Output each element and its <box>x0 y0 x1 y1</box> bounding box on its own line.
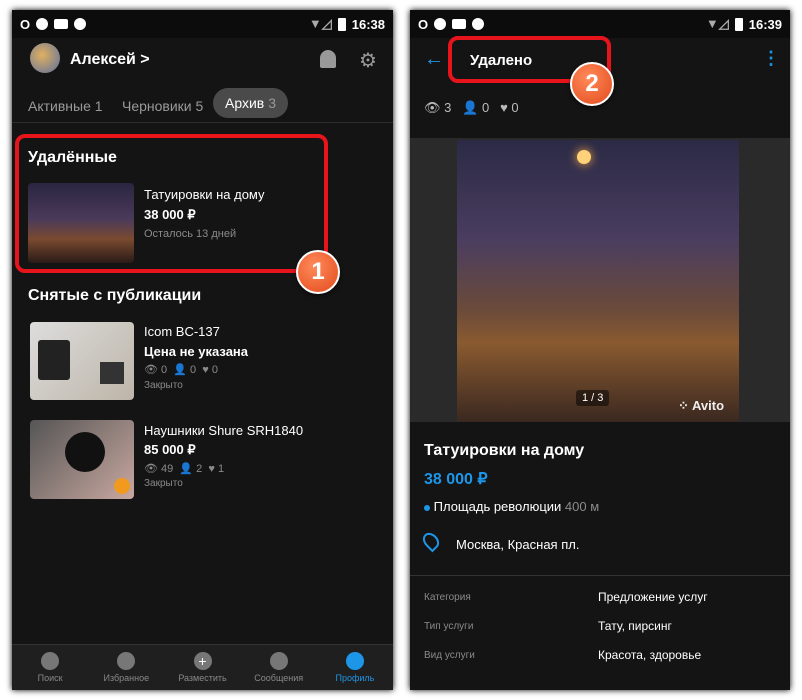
wifi-icon: ▼◿ <box>705 16 729 31</box>
profile-icon <box>345 652 364 670</box>
youtube-icon <box>452 19 467 29</box>
search-icon <box>41 652 60 670</box>
back-arrow-icon[interactable]: ← <box>424 48 444 71</box>
listing-stats: 👁 3 👤 0 ♥ 0 <box>424 100 519 115</box>
status-bar: O ▼◿ 16:39 <box>410 10 790 38</box>
listing-status: Закрыто <box>144 478 183 489</box>
clock: 16:39 <box>748 16 782 32</box>
listing-photo <box>457 140 739 422</box>
divider <box>410 575 790 576</box>
listing-thumbnail <box>30 322 134 400</box>
chevron-right-icon: > <box>140 51 150 68</box>
avatar[interactable] <box>30 43 60 73</box>
app-icon <box>434 18 447 30</box>
listing-price: Цена не указана <box>144 344 248 359</box>
shazam-icon <box>74 18 87 30</box>
shazam-icon <box>472 18 485 30</box>
nav-search[interactable]: Поиск <box>12 645 88 690</box>
battery-icon <box>734 17 743 31</box>
nav-favorites[interactable]: Избранное <box>88 645 164 690</box>
listing-price: 38 000 ₽ <box>424 471 488 488</box>
opera-icon: O <box>20 16 31 32</box>
highlight-deleted <box>15 134 328 273</box>
bell-icon[interactable] <box>320 50 336 68</box>
wifi-icon: ▼◿ <box>308 16 332 31</box>
user-name: Алексей <box>70 51 136 68</box>
location-pin-icon <box>419 529 443 553</box>
param-value: Красота, здоровье <box>598 648 702 662</box>
section-title-unpublished: Снятые с публикации <box>28 287 202 304</box>
nav-messages[interactable]: Сообщения <box>241 645 317 690</box>
bottom-nav: Поиск Избранное + Разместить Сообщения Пр… <box>12 644 393 690</box>
param-key: Категория <box>424 592 471 603</box>
gear-icon[interactable]: ⚙ <box>359 48 377 73</box>
listing-status: Закрыто <box>144 380 183 391</box>
param-value: Предложение услуг <box>598 590 708 604</box>
listing-stats: 👁 49 👤 2 ♥ 1 <box>144 463 225 475</box>
param-key: Вид услуги <box>424 650 475 661</box>
heart-icon <box>117 652 136 670</box>
callout-badge-1: 1 <box>296 250 340 294</box>
plus-icon: + <box>193 652 212 670</box>
tab-drafts[interactable]: Черновики 5 <box>122 98 203 114</box>
listing-title: Наушники Shure SRH1840 <box>144 423 304 438</box>
listing-thumbnail <box>30 420 134 499</box>
param-value: Тату, пирсинг <box>598 619 672 633</box>
param-key: Тип услуги <box>424 621 474 632</box>
battery-icon <box>337 17 346 31</box>
profile-archive-screen: O ▼◿ 16:38 Алексей > ⚙ Активные 51 Чернов… <box>12 10 393 690</box>
listing-detail-screen: O ▼◿ 16:39 ← Удалено ⋮ 👁 3 👤 0 ♥ 0 1 / 3 … <box>410 10 790 690</box>
metro-dot-icon <box>424 504 430 511</box>
status-bar: O ▼◿ 16:38 <box>12 10 393 38</box>
listing-title: Icom BC-137 <box>144 324 220 339</box>
address[interactable]: Москва, Красная пл. <box>456 537 579 552</box>
photo-gallery[interactable]: 1 / 3 ⁘ Avito <box>410 138 790 422</box>
tab-archive[interactable]: Архив 3 <box>213 88 289 118</box>
opera-icon: O <box>418 16 429 32</box>
more-menu-icon[interactable]: ⋮ <box>762 48 780 69</box>
listing-stats: 👁 0 👤 0 ♥ 0 <box>144 364 218 376</box>
listing-price: 85 000 ₽ <box>144 442 196 457</box>
tab-active[interactable]: Активные 51 <box>28 98 103 114</box>
divider <box>12 122 393 123</box>
nav-post[interactable]: + Разместить <box>164 645 240 690</box>
callout-badge-2: 2 <box>570 62 614 106</box>
nav-profile[interactable]: Профиль <box>317 645 393 690</box>
clock: 16:38 <box>351 16 385 32</box>
app-icon <box>36 18 49 30</box>
avito-watermark: ⁘ Avito <box>678 398 725 413</box>
photo-counter: 1 / 3 <box>576 390 610 406</box>
chat-icon <box>269 652 288 670</box>
youtube-icon <box>54 19 69 29</box>
user-name-link[interactable]: Алексей > <box>70 51 150 69</box>
metro-info: Площадь революции 400 м <box>424 499 599 514</box>
listing-title: Татуировки на дому <box>424 442 585 459</box>
